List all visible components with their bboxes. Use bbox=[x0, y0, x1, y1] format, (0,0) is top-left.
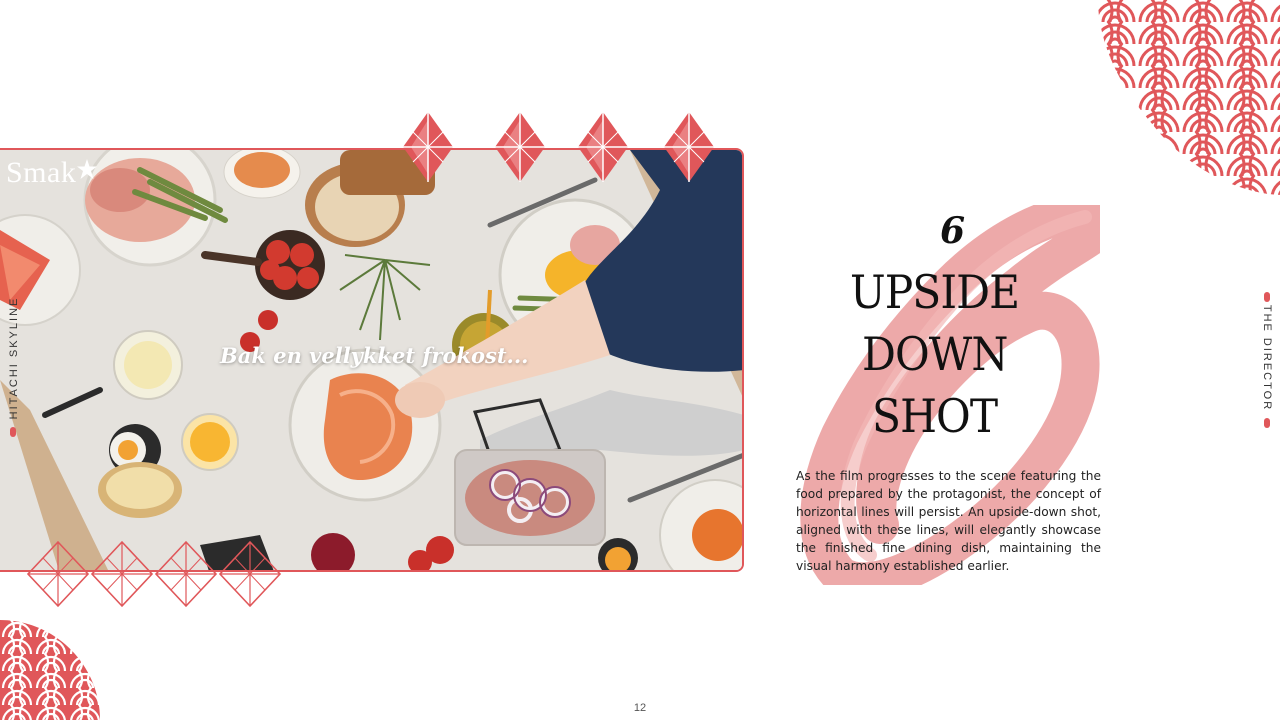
star-icon bbox=[77, 159, 97, 179]
page-number: 12 bbox=[633, 702, 647, 714]
title-line-3: SHOT bbox=[872, 389, 998, 443]
title-line-1: UPSIDE bbox=[850, 265, 1020, 319]
wave-pattern-top-right bbox=[1098, 0, 1280, 195]
photo-caption: Bak en vellykket frokost... bbox=[220, 343, 529, 368]
brand-logo: Smak bbox=[6, 156, 77, 189]
accent-dot-right-bottom bbox=[1264, 418, 1270, 428]
body-paragraph: As the film progresses to the scene feat… bbox=[796, 469, 1101, 573]
side-label-right: THE DIRECTOR bbox=[1261, 304, 1273, 412]
accent-dot-left bbox=[10, 427, 16, 437]
side-label-left: HITACHI SKYLINE bbox=[8, 296, 20, 420]
diamond-ornaments-top bbox=[402, 112, 715, 182]
accent-dot-right-top bbox=[1264, 292, 1270, 302]
number-mark: 6 bbox=[940, 210, 966, 252]
diamond-ornaments-bottom bbox=[27, 541, 281, 607]
title-line-2: DOWN bbox=[862, 327, 1008, 381]
